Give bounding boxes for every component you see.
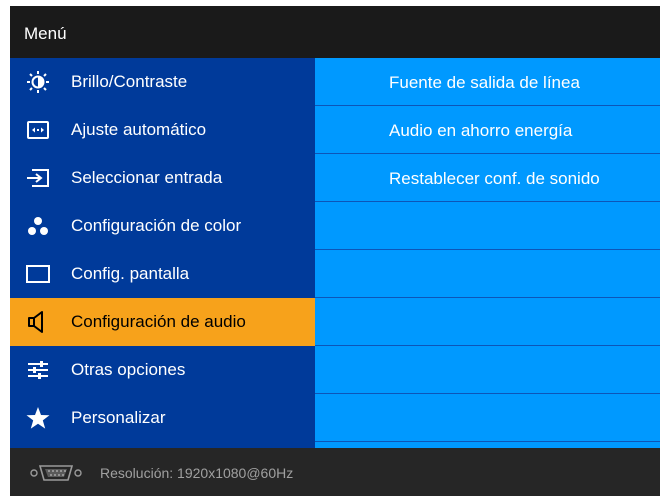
submenu-panel: Fuente de salida de línea Audio en ahorr… (315, 58, 660, 448)
submenu-item-label: Audio en ahorro energía (389, 121, 573, 140)
status-bar: Resolución: 1920x1080@60Hz (10, 448, 660, 496)
submenu-item-line-out-source[interactable]: Fuente de salida de línea (315, 58, 660, 106)
submenu-item-audio-power-save[interactable]: Audio en ahorro energía (315, 106, 660, 154)
color-dots-icon (25, 214, 51, 238)
auto-adjust-icon (25, 118, 51, 142)
menu-item-color-settings[interactable]: Configuración de color (10, 202, 315, 250)
resolution-label: Resolución: (100, 465, 174, 481)
brightness-icon (25, 70, 51, 94)
submenu-item-reset-audio[interactable]: Restablecer conf. de sonido (315, 154, 660, 202)
menu-item-brightness-contrast[interactable]: Brillo/Contraste (10, 58, 315, 106)
submenu-empty-row (315, 202, 660, 250)
menu-item-auto-adjust[interactable]: Ajuste automático (10, 106, 315, 154)
menu-item-display-settings[interactable]: Config. pantalla (10, 250, 315, 298)
menu-item-label: Configuración de color (71, 216, 242, 235)
submenu-empty-row (315, 250, 660, 298)
display-icon (25, 262, 51, 286)
submenu-item-label: Fuente de salida de línea (389, 73, 580, 92)
menu-item-personalize[interactable]: Personalizar (10, 394, 315, 442)
resolution-value: 1920x1080@60Hz (177, 465, 294, 481)
menu-item-other-options[interactable]: Otras opciones (10, 346, 315, 394)
submenu-empty-row (315, 298, 660, 346)
menu-title: Menú (24, 24, 67, 43)
menu-item-label: Configuración de audio (71, 312, 246, 331)
menu-item-label: Config. pantalla (71, 264, 190, 283)
osd-menu: Menú Brillo/Contraste Ajuste automático … (10, 6, 660, 496)
menu-item-label: Personalizar (71, 408, 166, 427)
menu-item-label: Otras opciones (71, 360, 186, 379)
resolution-readout: Resolución: 1920x1080@60Hz (100, 465, 293, 481)
input-source-icon (25, 166, 51, 190)
star-icon (25, 406, 51, 430)
speaker-icon (25, 310, 51, 334)
submenu-empty-row (315, 394, 660, 442)
menu-item-label: Ajuste automático (71, 120, 207, 139)
vga-connector-icon (30, 464, 82, 482)
main-menu: Brillo/Contraste Ajuste automático Selec… (10, 58, 315, 448)
menu-item-audio-settings[interactable]: Configuración de audio (10, 298, 315, 346)
sliders-icon (25, 358, 51, 382)
menu-item-input-source[interactable]: Seleccionar entrada (10, 154, 315, 202)
menu-item-label: Brillo/Contraste (71, 72, 188, 91)
submenu-empty-row (315, 346, 660, 394)
submenu-item-label: Restablecer conf. de sonido (389, 169, 600, 188)
title-bar: Menú (10, 6, 660, 58)
menu-item-label: Seleccionar entrada (71, 168, 223, 187)
